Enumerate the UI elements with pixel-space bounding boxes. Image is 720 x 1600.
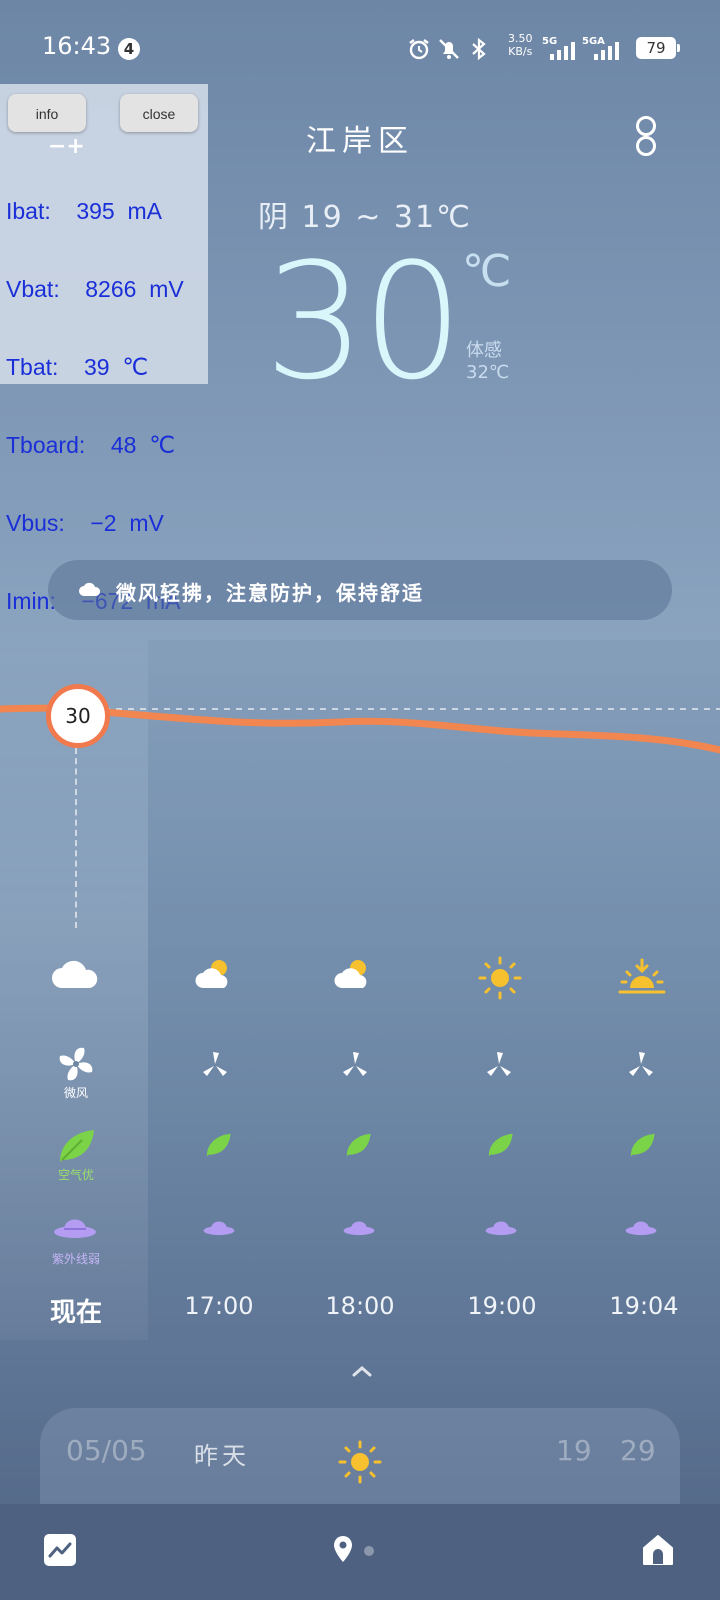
wind-fan-icon — [203, 1052, 227, 1076]
leaf-icon — [60, 1130, 94, 1162]
debug-line: Vbus: −2 mV — [6, 510, 164, 536]
current-temp-marker: 30 — [46, 684, 110, 748]
now-dashed-line — [75, 748, 77, 928]
day-high-temp: 29 — [620, 1434, 656, 1467]
signal-bars-icon — [594, 42, 619, 60]
debug-line: Ibat: 395 mA — [6, 198, 162, 224]
debug-overlay: info close −+ Ibat: 395 mA Vbat: 8266 mV… — [0, 84, 208, 614]
wind-fan-icon — [59, 1047, 93, 1081]
network-speed: 3.50 KB/s — [508, 32, 533, 58]
page-indicator-dot[interactable] — [364, 1546, 374, 1556]
chevron-up-icon[interactable] — [342, 1356, 382, 1386]
sunset-icon — [618, 958, 666, 994]
battery-tip — [677, 44, 680, 52]
alarm-icon — [409, 39, 429, 60]
debug-line: Tboard: 48 ℃ — [6, 432, 176, 458]
hour-label: 19:04 — [609, 1292, 679, 1320]
uv-hat-icon — [625, 1221, 657, 1236]
sun-icon — [338, 1440, 382, 1484]
info-button[interactable]: info — [8, 94, 86, 132]
hour-label: 18:00 — [325, 1292, 395, 1320]
current-temperature: 30 — [264, 228, 464, 415]
cloudy-icon — [52, 960, 98, 988]
debug-line: Tbat: 39 ℃ — [6, 354, 149, 380]
sun-icon — [478, 956, 522, 1000]
bluetooth-icon — [472, 37, 486, 61]
uv-hat-icon — [485, 1221, 517, 1236]
trend-chart-icon[interactable] — [42, 1532, 78, 1568]
weather-tip-text: 微风轻拂，注意防护，保持舒适 — [116, 581, 424, 605]
hour-label: 17:00 — [184, 1292, 254, 1320]
leaf-icon — [630, 1133, 655, 1157]
partly-cloudy-icon — [195, 960, 228, 988]
status-bar: 16:43 4 3.50 KB/s 5G 5GA 79 — [0, 0, 720, 96]
hour-label-now: 现在 — [49, 1298, 102, 1328]
leaf-icon — [346, 1133, 371, 1157]
day-date: 05/05 — [66, 1434, 147, 1467]
city-name[interactable]: 江岸区 — [306, 116, 414, 160]
uv-hat-icon — [343, 1221, 375, 1236]
debug-line: Vbat: 8266 mV — [6, 276, 184, 302]
uv-hat-icon — [203, 1221, 235, 1236]
partly-cloudy-icon — [334, 960, 367, 988]
status-time: 16:43 — [42, 32, 112, 60]
wind-label: 微风 — [63, 1086, 88, 1100]
uv-label: 紫外线弱 — [51, 1252, 100, 1266]
hour-label: 19:00 — [467, 1292, 537, 1320]
wind-fan-icon — [487, 1052, 511, 1076]
menu-dot — [636, 136, 656, 156]
leaf-icon — [206, 1133, 231, 1157]
signal-bars-icon — [550, 42, 575, 60]
menu-dot — [636, 116, 656, 136]
location-pin-icon[interactable] — [332, 1534, 354, 1564]
uv-hat-icon — [54, 1219, 96, 1238]
cloud-icon — [79, 582, 101, 596]
feels-like-value: 32℃ — [466, 362, 510, 383]
net-speed-value: 3.50 — [508, 32, 533, 45]
temp-unit: ℃ — [462, 246, 512, 297]
more-menu-button[interactable] — [630, 116, 660, 156]
feels-like-label: 体感 — [466, 340, 502, 361]
battery-level: 79 — [636, 37, 676, 59]
close-button[interactable]: close — [120, 94, 198, 132]
wind-fan-icon — [629, 1052, 653, 1076]
leaf-icon — [488, 1133, 513, 1157]
bottom-bar — [0, 1504, 720, 1600]
day-name: 昨天 — [194, 1442, 250, 1470]
bell-muted-icon — [439, 39, 459, 59]
wind-fan-icon — [343, 1052, 367, 1076]
home-icon[interactable] — [640, 1532, 676, 1568]
net-speed-unit: KB/s — [508, 45, 533, 58]
air-quality-label: 空气优 — [57, 1168, 94, 1182]
notification-count-badge: 4 — [118, 38, 140, 60]
day-low-temp: 19 — [556, 1434, 592, 1467]
